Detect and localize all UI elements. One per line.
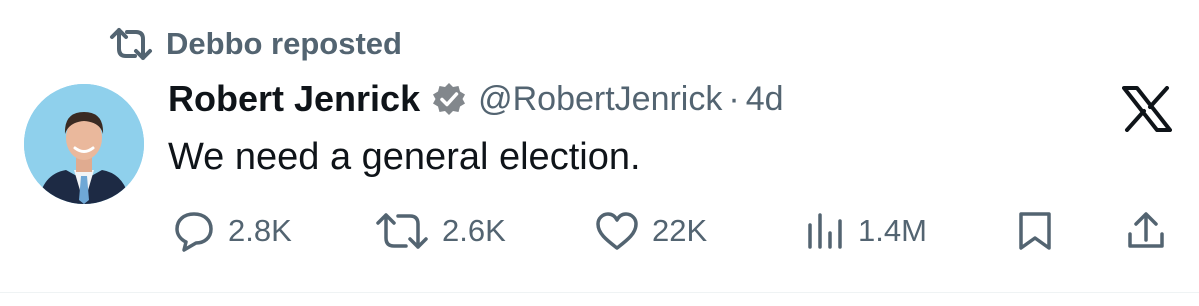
like-button[interactable]: 22K [594, 206, 707, 256]
reply-button[interactable]: 2.8K [172, 206, 292, 256]
repost-action-icon [376, 213, 428, 249]
bookmark-icon [1019, 212, 1051, 250]
tweet-header: Robert Jenrick @RobertJenrick · 4d [168, 78, 784, 120]
author-name[interactable]: Robert Jenrick [168, 78, 420, 120]
repost-label: Debbo reposted [166, 26, 402, 61]
bookmark-button[interactable] [1016, 206, 1054, 256]
author-handle[interactable]: @RobertJenrick [478, 80, 722, 119]
avatar[interactable] [24, 84, 144, 204]
separator-dot: · [728, 79, 740, 118]
like-count: 22K [652, 213, 708, 248]
views-count: 1.4M [858, 213, 927, 248]
heart-icon [596, 212, 638, 250]
avatar-image [24, 84, 144, 204]
tweet-timestamp[interactable]: 4d [746, 80, 784, 119]
analytics-icon [808, 213, 842, 249]
tweet-text: We need a general election. [168, 136, 641, 178]
verified-badge-icon[interactable] [432, 82, 466, 116]
repost-count: 2.6K [442, 213, 506, 248]
share-icon [1128, 212, 1164, 248]
repost-indicator[interactable]: Debbo reposted [108, 26, 402, 62]
repost-icon [110, 28, 152, 60]
reply-count: 2.8K [228, 213, 292, 248]
repost-button[interactable]: 2.6K [374, 206, 506, 256]
views-button[interactable]: 1.4M [806, 206, 927, 256]
share-button[interactable] [1126, 206, 1166, 256]
divider [0, 292, 1199, 293]
x-logo-icon [1122, 86, 1172, 132]
reply-icon [175, 212, 213, 252]
